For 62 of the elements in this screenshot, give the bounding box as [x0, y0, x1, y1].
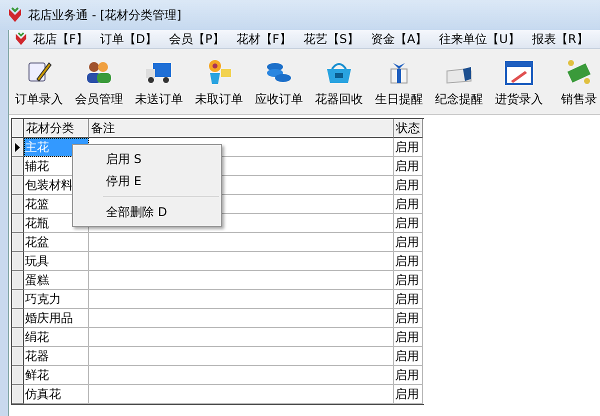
table-cell: 花器 — [24, 347, 89, 366]
table-cell: 启用 — [394, 195, 423, 214]
menu-item[interactable]: 花材【F】 — [230, 30, 298, 48]
table-cell: 花盆 — [24, 233, 89, 252]
table-cell: 启用 — [394, 233, 423, 252]
app-logo-icon — [8, 7, 22, 23]
row-indicator[interactable] — [12, 233, 24, 252]
menu-item[interactable]: 花店【F】 — [27, 30, 94, 48]
table-cell: 启用 — [394, 138, 423, 157]
table-cell: 绢花 — [24, 328, 89, 347]
column-header[interactable]: 花材分类 — [24, 119, 89, 138]
row-indicator[interactable] — [12, 214, 24, 233]
app-logo-icon — [15, 32, 27, 46]
window-title: 花店业务通 - [花材分类管理] — [28, 6, 182, 24]
table-cell: 启用 — [394, 214, 423, 233]
row-indicator[interactable] — [12, 347, 24, 366]
toolbar-button[interactable]: 花器回收 — [309, 57, 369, 108]
table-cell: 启用 — [394, 176, 423, 195]
table-cell: 启用 — [394, 157, 423, 176]
toolbar-button[interactable]: 会员管理 — [69, 57, 129, 108]
toolbar-button[interactable]: 纪念提醒 — [429, 57, 489, 108]
toolbar-button[interactable]: 订单录入 — [9, 57, 69, 108]
menu-item[interactable]: 往来单位【U】 — [433, 30, 526, 48]
toolbar-button[interactable]: 未送订单 — [129, 57, 189, 108]
table-cell: 启用 — [394, 366, 423, 385]
table-cell: 仿真花 — [24, 385, 89, 404]
toolbar-button[interactable]: 应收订单 — [249, 57, 309, 108]
row-indicator[interactable] — [12, 157, 24, 176]
table-cell: 启用 — [394, 347, 423, 366]
menu-item[interactable]: 花艺【S】 — [297, 30, 365, 48]
row-indicator[interactable] — [12, 290, 24, 309]
menu-item[interactable]: 会员【P】 — [163, 30, 230, 48]
toolbar-button[interactable]: 销售录 — [549, 57, 600, 108]
column-header[interactable]: 备注 — [89, 119, 394, 138]
table-cell: 启用 — [394, 271, 423, 290]
menu-item[interactable]: 订单【D】 — [94, 30, 164, 48]
menu-item[interactable]: 报表【R】 — [526, 30, 594, 48]
toolbar-button[interactable]: 未取订单 — [189, 57, 249, 108]
table-cell: 玩具 — [24, 252, 89, 271]
row-indicator[interactable] — [12, 252, 24, 271]
row-indicator[interactable] — [12, 328, 24, 347]
row-indicator[interactable] — [12, 385, 24, 404]
toolbar-button[interactable]: 进货录入 — [489, 57, 549, 108]
table-cell: 启用 — [394, 309, 423, 328]
table-cell: 启用 — [394, 290, 423, 309]
row-indicator[interactable] — [12, 138, 24, 157]
table-cell: 启用 — [394, 252, 423, 271]
row-indicator[interactable] — [12, 309, 24, 328]
table-cell: 启用 — [394, 328, 423, 347]
column-header[interactable]: 状态 — [394, 119, 423, 138]
row-indicator[interactable] — [12, 271, 24, 290]
table-cell: 蛋糕 — [24, 271, 89, 290]
toolbar-button[interactable]: 生日提醒 — [369, 57, 429, 108]
table-cell: 巧克力 — [24, 290, 89, 309]
table-cell: 婚庆用品 — [24, 309, 89, 328]
table-cell: 鲜花 — [24, 366, 89, 385]
current-row-icon — [15, 142, 20, 152]
table-cell: 启用 — [394, 385, 423, 404]
row-indicator[interactable] — [12, 366, 24, 385]
row-indicator[interactable] — [12, 195, 24, 214]
row-indicator[interactable] — [12, 176, 24, 195]
menu-item[interactable]: 资金【A】 — [364, 30, 434, 48]
